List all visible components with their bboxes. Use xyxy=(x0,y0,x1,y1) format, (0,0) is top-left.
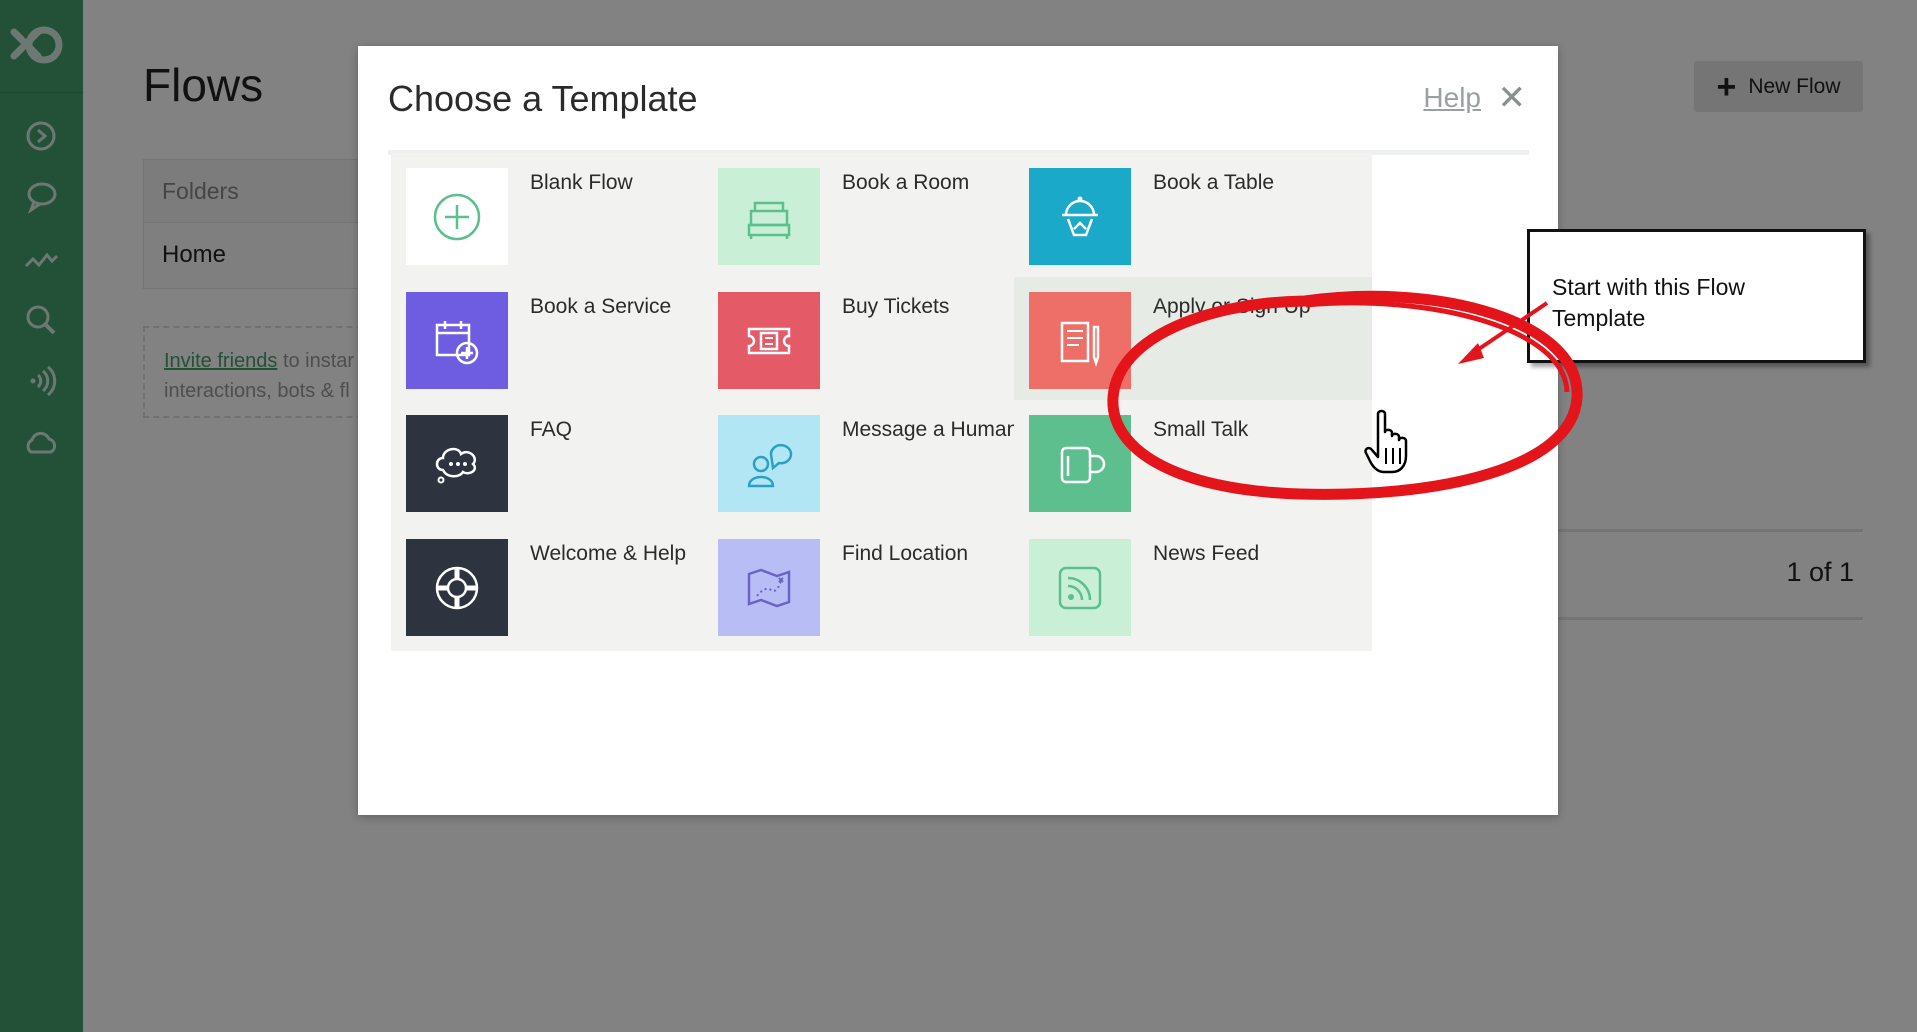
person-chat-icon xyxy=(718,415,820,512)
template-card-small-talk[interactable]: Small Talk xyxy=(1014,400,1372,527)
template-card-label: Find Location xyxy=(842,542,969,565)
template-card-label: Blank Flow xyxy=(530,171,633,194)
callout-text-line2: Template xyxy=(1552,305,1646,331)
template-card-message-a-human[interactable]: Message a Human xyxy=(703,400,1061,527)
template-card-book-a-service[interactable]: Book a Service xyxy=(391,277,749,404)
waiter-icon xyxy=(1029,168,1131,265)
template-card-label: Book a Table xyxy=(1153,171,1275,194)
map-icon xyxy=(718,539,820,636)
help-link[interactable]: Help xyxy=(1423,82,1481,114)
modal-title: Choose a Template xyxy=(388,78,698,119)
template-card-blank-flow[interactable]: Blank Flow xyxy=(391,153,749,280)
form-pen-icon xyxy=(1029,292,1131,389)
template-card-book-a-room[interactable]: Book a Room xyxy=(703,153,1061,280)
template-card-label: Apply or Sign Up xyxy=(1153,295,1311,318)
rss-icon xyxy=(1029,539,1131,636)
ticket-icon xyxy=(718,292,820,389)
choose-template-modal: Choose a Template Help ✕ Blank Flow Book … xyxy=(358,46,1558,815)
template-card-news-feed[interactable]: News Feed xyxy=(1014,524,1372,651)
template-card-label: FAQ xyxy=(530,418,573,441)
close-icon[interactable]: ✕ xyxy=(1498,78,1527,118)
lifebuoy-icon xyxy=(406,539,508,636)
template-card-label: Small Talk xyxy=(1153,418,1249,441)
callout-text-line1: Start with this Flow xyxy=(1552,274,1745,300)
template-card-label: Message a Human xyxy=(842,418,1019,441)
template-card-label: Book a Service xyxy=(530,295,672,318)
template-card-buy-tickets[interactable]: Buy Tickets xyxy=(703,277,1061,404)
thought-bubble-icon xyxy=(406,415,508,512)
calendar-add-icon xyxy=(406,292,508,389)
template-card-label: Buy Tickets xyxy=(842,295,950,318)
annotation-callout: Start with this Flow Template xyxy=(1527,229,1866,363)
template-card-find-location[interactable]: Find Location xyxy=(703,524,1061,651)
template-card-book-a-table[interactable]: Book a Table xyxy=(1014,153,1372,280)
template-card-faq[interactable]: FAQ xyxy=(391,400,749,527)
template-card-apply-or-sign-up[interactable]: Apply or Sign Up xyxy=(1014,277,1372,404)
template-card-label: News Feed xyxy=(1153,542,1260,565)
template-card-welcome-help[interactable]: Welcome & Help xyxy=(391,524,749,651)
mug-icon xyxy=(1029,415,1131,512)
template-card-label: Book a Room xyxy=(842,171,970,194)
plus-circle-icon xyxy=(406,168,508,265)
template-card-label: Welcome & Help xyxy=(530,542,687,565)
bed-icon xyxy=(718,168,820,265)
